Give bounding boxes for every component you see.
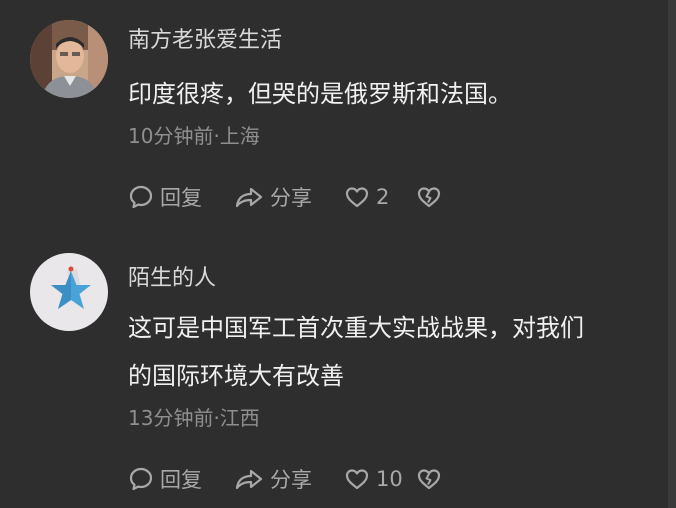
broken-heart-icon [417,187,441,208]
username[interactable]: 陌生的人 [128,260,216,292]
heart-icon [345,469,369,490]
like-count: 2 [376,185,390,209]
avatar[interactable] [30,253,108,331]
comment-text: 这可是中国军工首次重大实战战果，对我们 的国际环境大有改善 [128,304,584,400]
share-arrow-icon [235,187,263,208]
comment-meta: 13分钟前·江西 [128,406,260,430]
share-arrow-icon [235,469,263,490]
share-label: 分享 [270,186,312,210]
heart-icon [345,187,369,208]
comment-item: 陌生的人 这可是中国军工首次重大实战战果，对我们 的国际环境大有改善 13分钟前… [0,240,668,508]
share-button[interactable]: 分享 [234,182,344,212]
reply-button[interactable]: 回复 [128,464,234,494]
comment-item: 南方老张爱生活 印度很疼，但哭的是俄罗斯和法国。 10分钟前·上海 回复 分享 … [0,0,668,240]
like-button[interactable]: 10 [344,466,416,492]
share-button[interactable]: 分享 [234,464,344,494]
username[interactable]: 南方老张爱生活 [128,22,282,54]
avatar-photo [30,20,108,98]
reply-label: 回复 [160,186,202,210]
avatar[interactable] [30,20,108,98]
broken-heart-icon [417,469,441,490]
reply-button[interactable]: 回复 [128,182,234,212]
reply-label: 回复 [160,468,202,492]
share-label: 分享 [270,468,312,492]
comment-actions: 回复 分享 2 [128,181,442,213]
comment-bubble-icon [129,467,153,491]
comment-text-line: 这可是中国军工首次重大实战战果，对我们 [128,314,584,342]
comment-meta: 10分钟前·上海 [128,124,260,148]
comment-actions: 回复 分享 10 [128,463,442,495]
comment-bubble-icon [129,185,153,209]
scrollbar-track[interactable] [668,0,676,508]
like-button[interactable]: 2 [344,184,416,210]
like-count: 10 [376,467,403,491]
comment-text-line: 的国际环境大有改善 [128,362,344,390]
avatar-star-image [30,253,108,331]
dislike-button[interactable] [416,184,442,210]
comment-text-line: 印度很疼，但哭的是俄罗斯和法国。 [128,80,512,108]
comment-text: 印度很疼，但哭的是俄罗斯和法国。 [128,70,512,118]
dislike-button[interactable] [416,466,442,492]
